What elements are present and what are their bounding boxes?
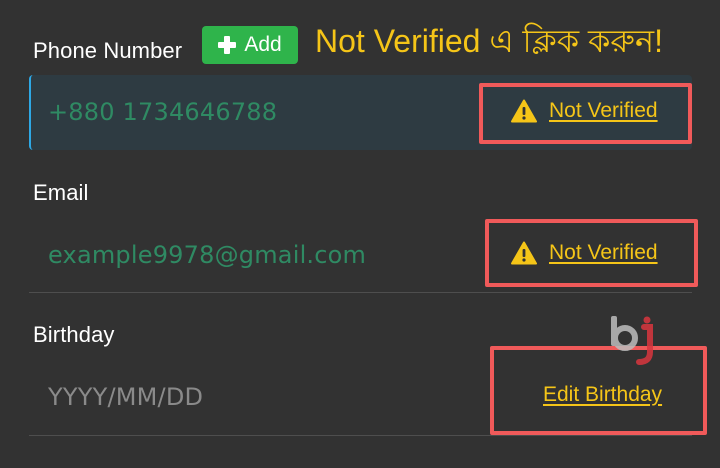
add-phone-button[interactable]: Add	[202, 26, 298, 64]
birthday-field[interactable]: YYYY/MM/DD	[48, 383, 203, 411]
divider	[29, 292, 692, 293]
phone-not-verified-link[interactable]: Not Verified	[511, 99, 658, 123]
email-status-text: Not Verified	[549, 241, 658, 264]
add-button-label: Add	[244, 33, 282, 56]
birthday-label: Birthday	[33, 322, 115, 347]
bj-logo	[611, 316, 653, 365]
phone-status-text: Not Verified	[549, 99, 658, 122]
plus-icon	[218, 36, 237, 54]
email-label: Email	[33, 180, 89, 205]
email-value[interactable]: example9978@gmail.com	[48, 241, 366, 269]
phone-value: +880 1734646788	[48, 98, 278, 126]
warning-triangle-icon	[511, 241, 537, 265]
warning-triangle-icon	[511, 99, 537, 123]
edit-birthday-link[interactable]: Edit Birthday	[543, 383, 662, 407]
instruction-annotation: Not Verified এ ক্লিক করুন!	[315, 23, 663, 59]
divider	[29, 435, 692, 436]
email-not-verified-link[interactable]: Not Verified	[511, 241, 658, 265]
phone-number-label: Phone Number	[33, 38, 183, 63]
